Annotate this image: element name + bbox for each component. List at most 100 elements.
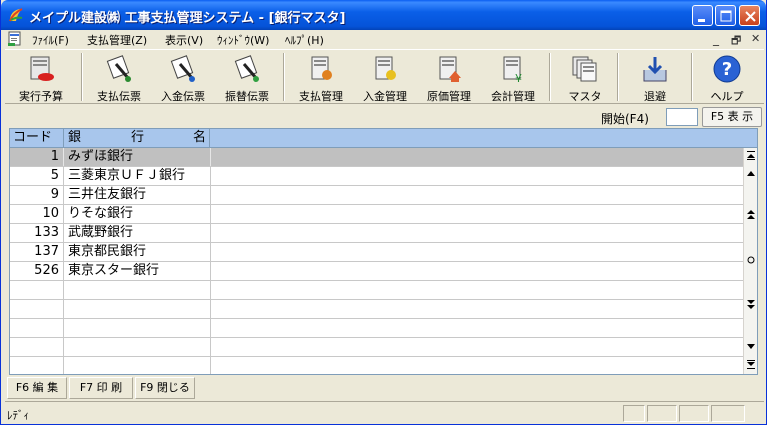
row-bank-name: みずほ銀行 [65, 148, 211, 166]
start-label: 開始(F4) [601, 112, 649, 126]
title-bar[interactable]: メイプル建設㈱ 工事支払管理システム - [銀行マスタ] [1, 0, 766, 30]
start-row: 開始(F4) F5 表 示 [5, 106, 764, 128]
row-bank-name: 三菱東京ＵＦＪ銀行 [65, 167, 211, 185]
bank-grid: コード 銀 行 名 1 みずほ銀行 5 三菱東京ＵＦＪ銀行 9 三井住友銀行 1… [9, 128, 758, 375]
scroll-bottom-button[interactable] [744, 356, 757, 373]
toolbar-transfer-slip-button[interactable]: 振替伝票 [215, 52, 279, 103]
transfer-slip-icon [234, 55, 259, 82]
row-bank-name: 東京都民銀行 [65, 243, 211, 261]
scroll-page-up-button[interactable] [744, 206, 757, 223]
table-row[interactable] [10, 300, 743, 319]
chevron-down-icon [747, 344, 755, 349]
table-row[interactable]: 526 東京スター銀行 [10, 262, 743, 281]
menu-help[interactable]: ﾍﾙﾌﾟ(H) [285, 32, 324, 48]
toolbar-backup-label: 退避 [644, 90, 666, 103]
menu-view[interactable]: 表示(V) [165, 32, 203, 48]
toolbar-accounting-button[interactable]: ¥ 会計管理 [481, 52, 545, 103]
minimize-button[interactable] [692, 5, 713, 26]
toolbar-payment-management-label: 支払管理 [299, 90, 343, 103]
row-bank-name [65, 319, 211, 337]
table-row[interactable]: 133 武蔵野銀行 [10, 224, 743, 243]
accounting-icon: ¥ [503, 56, 522, 84]
row-bank-name [65, 281, 211, 299]
svg-text:?: ? [722, 59, 732, 80]
table-row[interactable]: 137 東京都民銀行 [10, 243, 743, 262]
menu-window[interactable]: ｳｨﾝﾄﾞｳ(W) [217, 32, 269, 48]
display-button[interactable]: F5 表 示 [702, 107, 762, 127]
close-button[interactable] [739, 5, 760, 26]
maximize-icon [720, 10, 732, 22]
maximize-button[interactable] [715, 5, 736, 26]
circle-icon [747, 256, 755, 264]
row-code: 526 [10, 262, 64, 280]
close-window-button[interactable]: F9 閉じる [135, 377, 195, 399]
payment-management-icon [311, 56, 332, 80]
header-bank-name[interactable]: 銀 行 名 [65, 129, 210, 148]
mdi-close-button[interactable]: ✕ [751, 32, 760, 45]
vertical-scrollbar[interactable] [743, 148, 757, 374]
row-bank-name [65, 300, 211, 318]
toolbar-budget-button[interactable]: 実行予算 [9, 52, 73, 103]
double-chevron-down-icon [747, 300, 755, 309]
scroll-down-button[interactable] [744, 338, 757, 355]
row-code [10, 281, 64, 299]
toolbar-help-button[interactable]: ? ヘルプ [695, 52, 759, 103]
scroll-page-down-button[interactable] [744, 296, 757, 313]
status-panel [647, 405, 677, 422]
header-code[interactable]: コード [10, 129, 64, 148]
toolbar-separator [81, 53, 83, 101]
cost-management-icon [439, 56, 461, 82]
table-row[interactable] [10, 357, 743, 374]
help-icon: ? [713, 55, 741, 83]
menu-bar: ﾌｧｲﾙ(F) 支払管理(Z) 表示(V) ｳｨﾝﾄﾞｳ(W) ﾍﾙﾌﾟ(H) … [5, 30, 764, 48]
scroll-center-button[interactable] [744, 252, 757, 269]
header-bank-name-char-3: 名 [193, 130, 207, 145]
toolbar-payment-slip-button[interactable]: 支払伝票 [87, 52, 151, 103]
menu-payment[interactable]: 支払管理(Z) [87, 32, 147, 48]
table-row[interactable]: 5 三菱東京ＵＦＪ銀行 [10, 167, 743, 186]
grid-header: コード 銀 行 名 [10, 129, 757, 148]
header-bank-name-char-2: 行 [131, 130, 145, 145]
table-row[interactable] [10, 281, 743, 300]
status-text: ﾚﾃﾞｨ [7, 409, 29, 422]
row-bank-name: 東京スター銀行 [65, 262, 211, 280]
table-row[interactable]: 1 みずほ銀行 [10, 148, 743, 167]
edit-button[interactable]: F6 編 集 [7, 377, 67, 399]
document-icon[interactable] [7, 31, 23, 47]
toolbar-separator [283, 53, 285, 101]
status-panel [711, 405, 745, 422]
scroll-up-button[interactable] [744, 165, 757, 182]
row-code [10, 357, 64, 374]
row-bank-name: 三井住友銀行 [65, 186, 211, 204]
row-bank-name: 武蔵野銀行 [65, 224, 211, 242]
toolbar-deposit-slip-button[interactable]: 入金伝票 [151, 52, 215, 103]
start-input[interactable] [666, 108, 698, 126]
toolbar-cost-management-label: 原価管理 [427, 90, 471, 103]
table-row[interactable] [10, 338, 743, 357]
toolbar-payment-slip-label: 支払伝票 [97, 90, 141, 103]
status-bar: ﾚﾃﾞｨ [5, 401, 764, 423]
double-chevron-up-icon [747, 210, 755, 219]
status-panel [623, 405, 645, 422]
menu-file[interactable]: ﾌｧｲﾙ(F) [32, 32, 69, 48]
scroll-top-button[interactable] [744, 148, 757, 165]
table-row[interactable]: 9 三井住友銀行 [10, 186, 743, 205]
row-bank-name [65, 357, 211, 374]
toolbar-payment-management-button[interactable]: 支払管理 [289, 52, 353, 103]
toolbar-budget-label: 実行予算 [19, 90, 63, 103]
scroll-top-icon [747, 151, 755, 160]
backup-icon [643, 57, 667, 82]
toolbar-deposit-management-button[interactable]: 入金管理 [353, 52, 417, 103]
row-code: 10 [10, 205, 64, 223]
deposit-management-icon [375, 56, 396, 80]
row-code: 1 [10, 148, 64, 166]
print-button[interactable]: F7 印 刷 [69, 377, 133, 399]
row-bank-name: りそな銀行 [65, 205, 211, 223]
toolbar-backup-button[interactable]: 退避 [623, 52, 687, 103]
toolbar-master-button[interactable]: マスタ [553, 52, 617, 103]
mdi-minimize-button[interactable]: _ [713, 32, 719, 46]
chevron-up-icon [747, 171, 755, 176]
table-row[interactable]: 10 りそな銀行 [10, 205, 743, 224]
table-row[interactable] [10, 319, 743, 338]
toolbar-cost-management-button[interactable]: 原価管理 [417, 52, 481, 103]
